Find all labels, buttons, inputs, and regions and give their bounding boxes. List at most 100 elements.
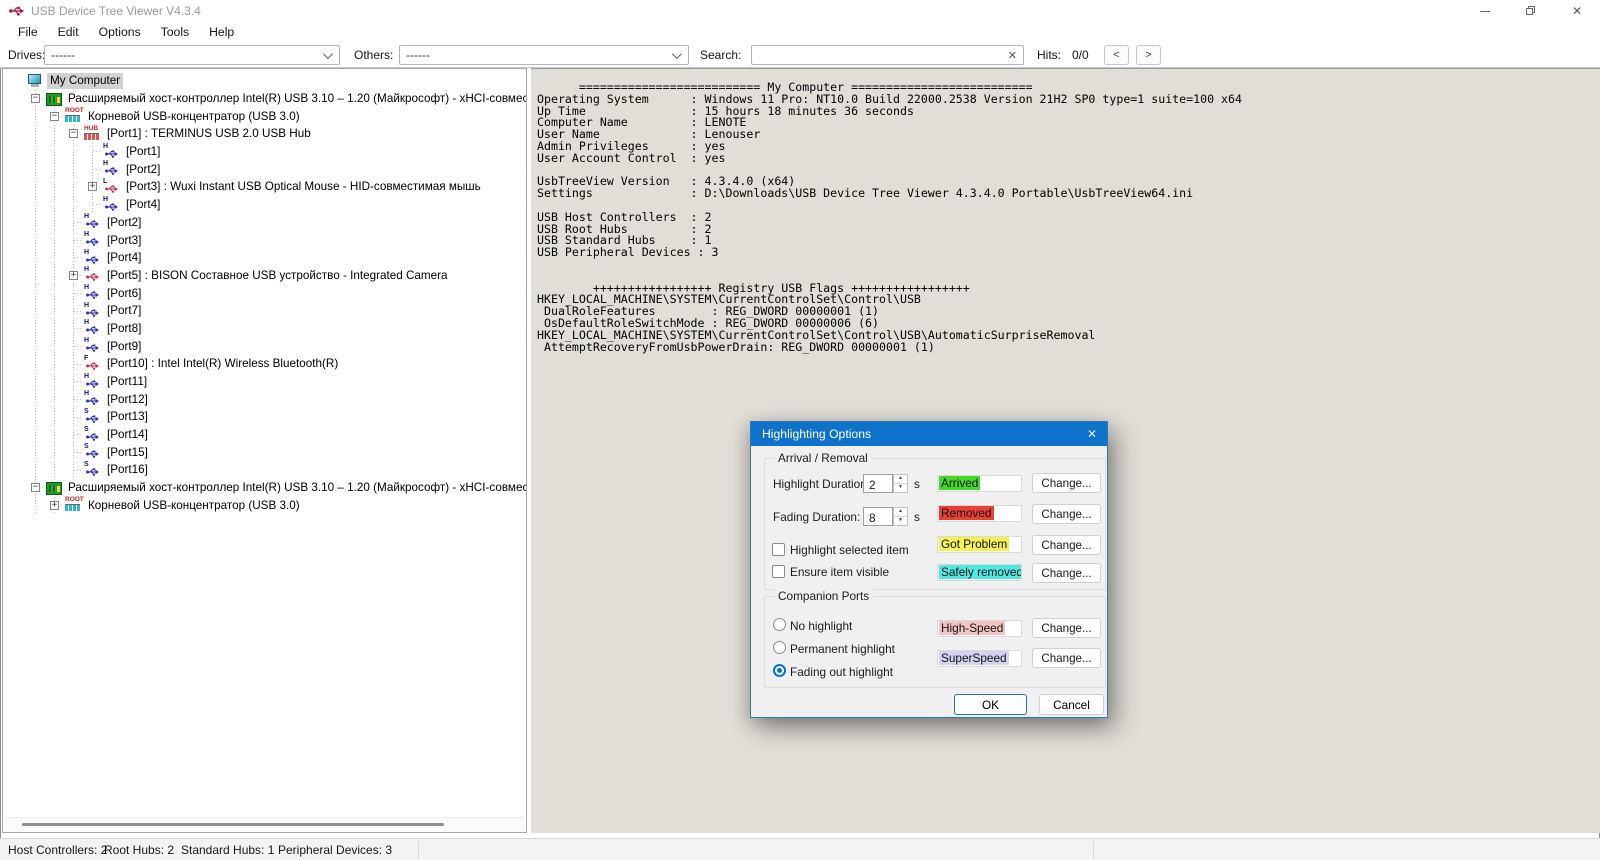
change-got-problem-button[interactable]: Change... (1032, 535, 1101, 555)
tree-guide-line (35, 372, 36, 391)
change-safely-removed-button[interactable]: Change... (1032, 563, 1101, 583)
tree-guide-line (54, 266, 55, 285)
ok-button[interactable]: OK (954, 694, 1027, 715)
tree-guide-line (74, 381, 83, 383)
minimize-button[interactable] (1462, 0, 1508, 22)
change-arrived-button[interactable]: Change... (1032, 473, 1101, 493)
spinner-up-icon[interactable]: ▲ (894, 475, 907, 484)
tree-item[interactable]: H [Port8] (3, 319, 526, 338)
others-combo-value: ------ (406, 48, 430, 62)
change-removed-button[interactable]: Change... (1032, 504, 1101, 524)
fading-duration-spinner[interactable]: ▲ ▼ (893, 507, 908, 526)
close-button[interactable]: ✕ (1554, 0, 1600, 22)
tree-item[interactable]: − Расширяемый хост-контроллер Intel(R) US… (3, 478, 526, 497)
tree-guide-line (54, 337, 55, 355)
close-icon: ✕ (1571, 4, 1583, 18)
tree-guide-line (35, 443, 36, 462)
system-info-text: ========================== My Computer =… (537, 80, 1242, 354)
spinner-down-icon[interactable]: ▼ (894, 484, 907, 492)
horizontal-scrollbar[interactable] (4, 817, 525, 831)
tree-item[interactable]: − Расширяемый хост-контроллер Intel(R) US… (3, 89, 526, 108)
tree-guide-line (93, 169, 102, 171)
spinner-down-icon[interactable]: ▼ (894, 517, 907, 525)
root-hub-icon: ROOT (65, 107, 84, 123)
tree-item[interactable]: + L [Port3] : Wuxi Instant USB Optical Mou… (3, 178, 526, 196)
next-hit-button[interactable]: > (1136, 45, 1161, 65)
tree-item[interactable]: S [Port16] (3, 461, 526, 479)
tree-item[interactable]: My Computer (3, 72, 526, 90)
fading-out-highlight-radio[interactable] (773, 664, 786, 677)
tree-item[interactable]: S [Port14] (3, 426, 526, 444)
drives-combo[interactable]: ------ (44, 45, 340, 65)
tree-item-label: Корневой USB-концентратор (USB 3.0) (88, 498, 300, 512)
tree-item-label: [Port6] (107, 286, 142, 300)
tree-item[interactable]: − ROOT Корневой USB-концентратор (USB 3.0) (3, 107, 526, 126)
tree-item[interactable]: H [Port2] (3, 160, 526, 179)
tree-guide-line (54, 142, 55, 161)
expand-toggle-icon[interactable]: + (50, 500, 59, 510)
highlight-duration-spinner[interactable]: ▲ ▼ (893, 474, 908, 493)
cancel-button[interactable]: Cancel (1039, 694, 1104, 715)
expand-toggle-icon[interactable]: + (69, 270, 78, 280)
change-high-speed-button[interactable]: Change... (1032, 618, 1101, 638)
tree-guide-line (54, 125, 55, 143)
chevron-down-icon (671, 48, 682, 59)
fading-duration-input[interactable]: 8 (863, 507, 893, 526)
restore-button[interactable] (1508, 0, 1554, 22)
usb-port-icon: F (84, 355, 101, 371)
ensure-item-visible-checkbox[interactable] (772, 565, 785, 578)
collapse-toggle-icon[interactable]: − (50, 111, 59, 121)
clear-search-icon[interactable]: ✕ (1008, 49, 1017, 62)
tree-item[interactable]: H [Port12] (3, 390, 526, 409)
collapse-toggle-icon[interactable]: − (31, 483, 40, 493)
tree-item[interactable]: S [Port13] (3, 408, 526, 426)
previous-hit-button[interactable]: < (1104, 45, 1129, 65)
tree-item[interactable]: H [Port1] (3, 143, 526, 161)
tree-guide-line (74, 328, 83, 330)
tree-item[interactable]: H [Port7] (3, 302, 526, 320)
menu-options[interactable]: Options (89, 23, 151, 41)
tree-item[interactable]: H [Port3] (3, 231, 526, 249)
usb-port-icon: H (84, 319, 101, 335)
tree-item[interactable]: H [Port2] (3, 213, 526, 232)
menu-tools[interactable]: Tools (151, 23, 199, 41)
tree-guide-line (93, 204, 102, 206)
usb-port-icon: H (84, 231, 101, 247)
tree-item[interactable]: F [Port10] : Intel Intel(R) Wireless Blue… (3, 355, 526, 373)
no-highlight-radio[interactable] (773, 618, 786, 631)
dialog-titlebar[interactable]: Highlighting Options ✕ (751, 422, 1107, 446)
menu-file[interactable]: File (8, 23, 48, 41)
tree-item[interactable]: + H [Port5] : BISON Составное USB устройст… (3, 266, 526, 285)
tree-item[interactable]: H [Port4] (3, 196, 526, 214)
expand-toggle-icon[interactable]: + (88, 182, 97, 192)
highlight-selected-item-checkbox[interactable] (772, 543, 785, 556)
tree-guide-line (73, 142, 74, 161)
menubar: File Edit Options Tools Help (0, 22, 1600, 42)
permanent-highlight-radio[interactable] (773, 641, 786, 654)
menu-help[interactable]: Help (199, 23, 244, 41)
change-superspeed-button[interactable]: Change... (1032, 648, 1101, 668)
tree-item[interactable]: S [Port15] (3, 443, 526, 462)
scrollbar-thumb[interactable] (22, 823, 444, 826)
titlebar: USB Device Tree Viewer V4.3.4 ✕ (0, 0, 1600, 22)
others-combo[interactable]: ------ (399, 45, 689, 65)
dialog-close-button[interactable]: ✕ (1077, 427, 1107, 441)
tree-item[interactable]: H [Port9] (3, 337, 526, 355)
tree-item-label: [Port11] (107, 375, 148, 389)
search-input[interactable]: ✕ (751, 45, 1024, 65)
usb-port-icon: H (103, 196, 120, 212)
tree-item[interactable]: H [Port6] (3, 284, 526, 302)
tree-item[interactable]: H [Port11] (3, 373, 526, 391)
collapse-toggle-icon[interactable]: − (31, 93, 40, 103)
tree-guide-line (35, 425, 36, 444)
highlight-duration-input[interactable]: 2 (863, 474, 893, 493)
tree-item[interactable]: − HUB [Port1] : TERMINUS USB 2.0 USB Hub (3, 125, 526, 143)
usb-port-icon: L (103, 178, 120, 194)
menu-edit[interactable]: Edit (48, 23, 89, 41)
spinner-up-icon[interactable]: ▲ (894, 508, 907, 517)
usb-port-icon: S (84, 443, 101, 459)
tree-item[interactable]: H [Port4] (3, 249, 526, 267)
tree-item[interactable]: + ROOT Корневой USB-концентратор (USB 3.0) (3, 496, 526, 515)
tree-guide-line (74, 239, 83, 241)
collapse-toggle-icon[interactable]: − (69, 129, 78, 139)
